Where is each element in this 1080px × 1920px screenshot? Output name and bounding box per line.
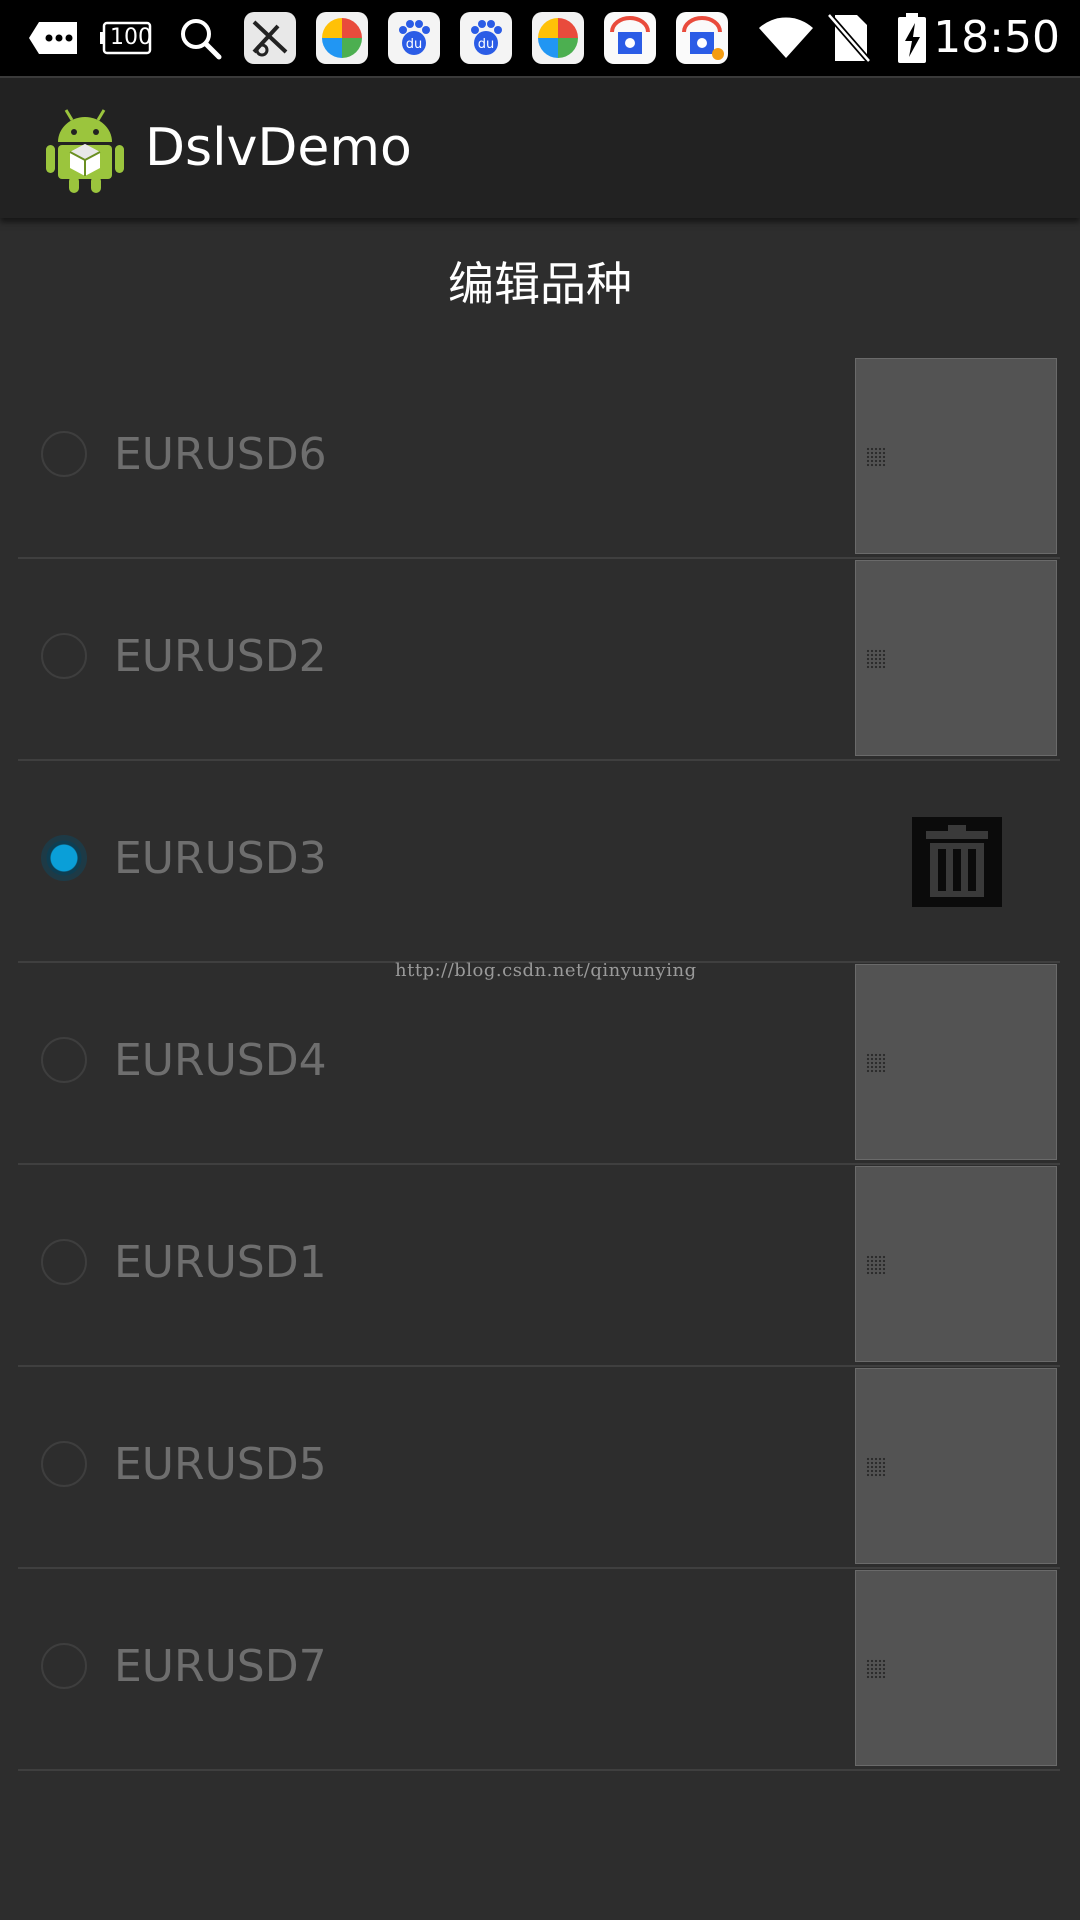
grip-icon: [866, 649, 886, 669]
baidu-icon: du: [460, 12, 512, 64]
drag-handle[interactable]: [855, 560, 1057, 756]
battery-level: 100: [110, 25, 152, 50]
delete-button[interactable]: [912, 817, 1002, 907]
status-bar: 100 du du 18:50: [0, 0, 1080, 76]
wifi-icon: [756, 12, 816, 64]
page-title: 编辑品种: [448, 257, 632, 311]
list-item-label: EURUSD3: [114, 833, 327, 884]
list-item-label: EURUSD6: [114, 429, 327, 480]
drag-handle[interactable]: [855, 1166, 1057, 1362]
battery-icon: 100: [100, 12, 154, 64]
list-item[interactable]: EURUSD5: [18, 1367, 1060, 1569]
drag-sort-list: EURUSD6 EURUSD2 EURUSD3 EURUSD4 EURUSD1: [18, 357, 1060, 1771]
action-bar: DslvDemo: [0, 76, 1080, 218]
list-item-label: EURUSD4: [114, 1035, 327, 1086]
store-icon: [676, 12, 728, 64]
more-icon: [28, 12, 82, 64]
radio-button[interactable]: [41, 1643, 87, 1689]
pinwheel-icon: [316, 12, 368, 64]
list-item-label: EURUSD2: [114, 631, 327, 682]
app-icon: [244, 12, 296, 64]
trash-icon: [926, 825, 988, 897]
no-sim-icon: [826, 12, 872, 64]
drag-handle[interactable]: [855, 964, 1057, 1160]
drag-handle[interactable]: [855, 1368, 1057, 1564]
list-item[interactable]: EURUSD7: [18, 1569, 1060, 1771]
grip-icon: [866, 1659, 886, 1679]
charging-icon: [894, 12, 930, 64]
list-item[interactable]: EURUSD4: [18, 963, 1060, 1165]
radio-button[interactable]: [41, 1239, 87, 1285]
radio-button-checked[interactable]: [41, 835, 87, 881]
list-item[interactable]: EURUSD2: [18, 559, 1060, 761]
app-title: DslvDemo: [145, 118, 412, 178]
radio-button[interactable]: [41, 1037, 87, 1083]
svg-text:du: du: [406, 37, 423, 52]
list-item-label: EURUSD1: [114, 1237, 327, 1288]
radio-button[interactable]: [41, 431, 87, 477]
list-item[interactable]: EURUSD6: [18, 357, 1060, 559]
radio-button[interactable]: [41, 633, 87, 679]
list-item[interactable]: EURUSD1: [18, 1165, 1060, 1367]
svg-text:du: du: [478, 37, 495, 52]
search-icon: [174, 12, 226, 64]
radio-button[interactable]: [41, 1441, 87, 1487]
list-item[interactable]: EURUSD3: [18, 761, 1060, 963]
grip-icon: [866, 1457, 886, 1477]
baidu-icon: du: [388, 12, 440, 64]
grip-icon: [866, 1053, 886, 1073]
watermark: http://blog.csdn.net/qinyunying: [395, 960, 697, 981]
grip-icon: [866, 1255, 886, 1275]
list-item-label: EURUSD7: [114, 1641, 327, 1692]
drag-handle[interactable]: [855, 358, 1057, 554]
list-item-label: EURUSD5: [114, 1439, 327, 1490]
status-time: 18:50: [933, 12, 1060, 63]
pinwheel-icon: [532, 12, 584, 64]
grip-icon: [866, 447, 886, 467]
store-icon: [604, 12, 656, 64]
android-app-icon: [44, 104, 126, 194]
drag-handle[interactable]: [855, 1570, 1057, 1766]
